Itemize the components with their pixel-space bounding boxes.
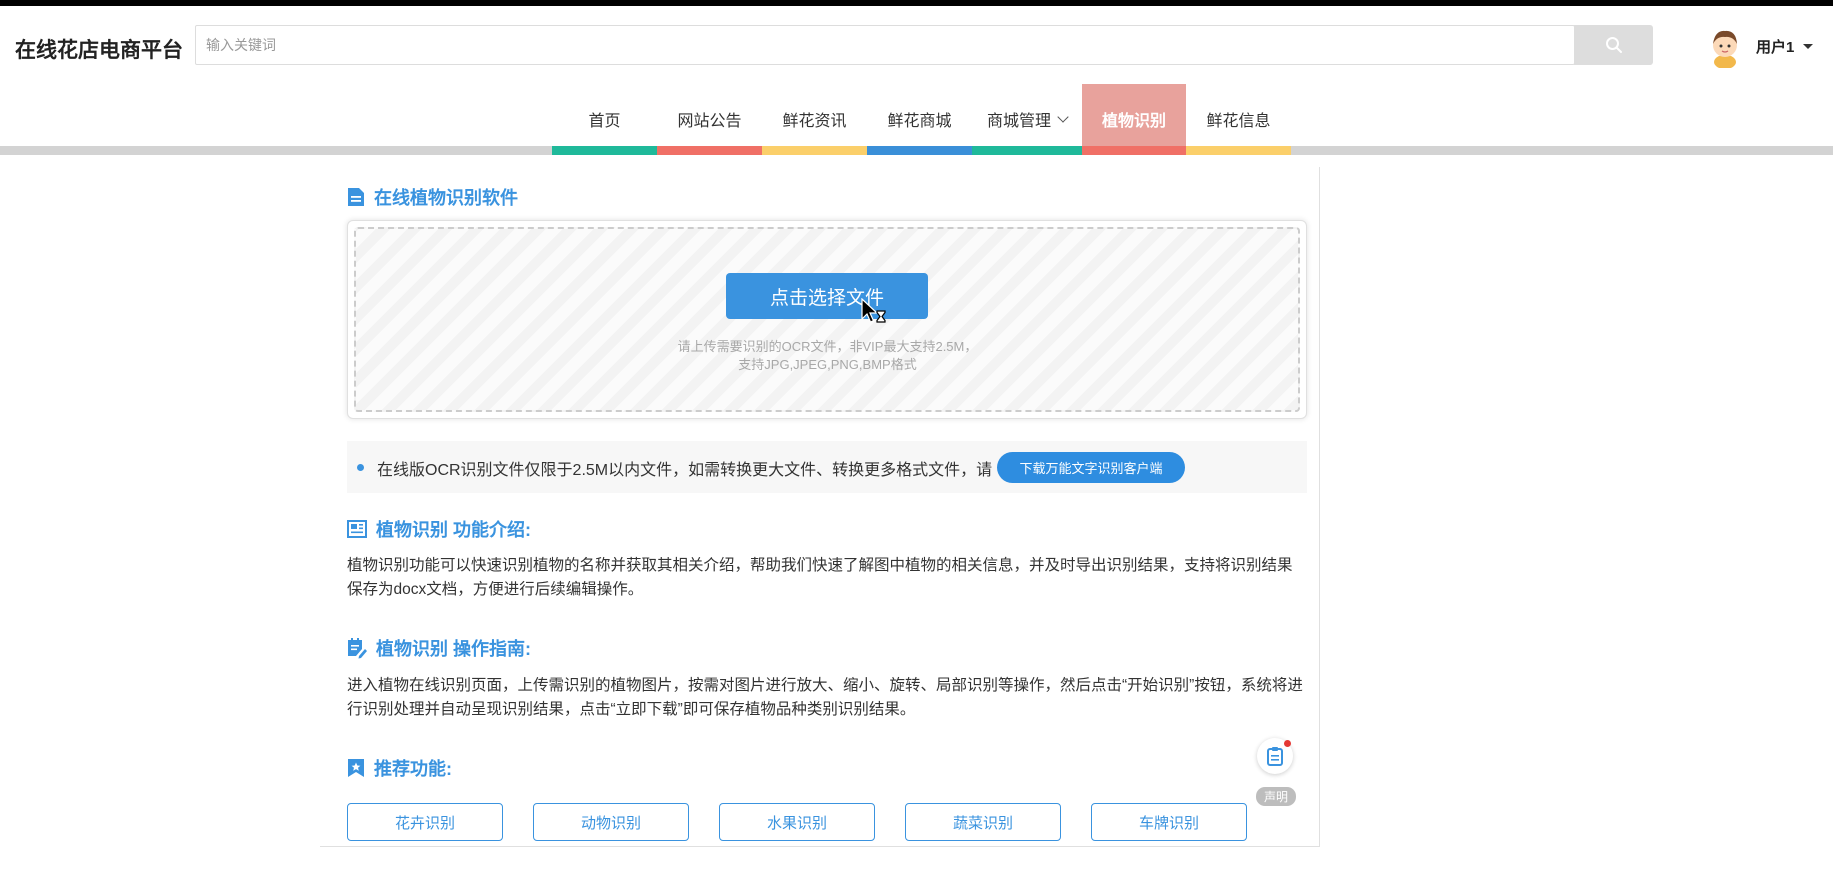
nav-item-announcements[interactable]: 网站公告: [657, 84, 762, 155]
guide-paragraph: 进入植物在线识别页面，上传需识别的植物图片，按需对图片进行放大、缩小、旋转、局部…: [347, 677, 1303, 718]
section-title-recommend: 推荐功能:: [347, 755, 452, 781]
mouse-cursor-busy-icon: [860, 297, 890, 333]
recommend-vegetable-recognition-button[interactable]: 蔬菜识别: [905, 803, 1061, 841]
nav-color-bar: [1186, 146, 1291, 155]
nav-item-label: 植物识别: [1101, 113, 1166, 130]
search-box[interactable]: [195, 25, 1575, 65]
recommend-animal-recognition-button[interactable]: 动物识别: [533, 803, 689, 841]
nav-item-flower-news[interactable]: 鲜花资讯: [762, 84, 867, 155]
nav-item-home[interactable]: 首页: [552, 84, 657, 155]
nav-color-bar: [552, 146, 657, 155]
nav-item-label: 首页: [588, 113, 621, 130]
section-title-intro: 植物识别 功能介绍:: [347, 516, 531, 542]
main-nav: 首页 网站公告 鲜花资讯 鲜花商城 商城管理 植物识别 鲜花信息: [0, 84, 1833, 155]
section-title-upload: 在线植物识别软件: [347, 184, 518, 210]
newspaper-icon: [347, 520, 367, 538]
document-icon: [348, 188, 364, 206]
clipboard-icon: [1267, 747, 1283, 766]
upload-hint-line1: 请上传需要识别的OCR文件，非VIP最大支持2.5M，: [677, 339, 978, 354]
upload-hint-line2: 支持JPG,JPEG,PNG,BMP格式: [738, 357, 917, 372]
nav-item-label: 网站公告: [677, 113, 742, 130]
recommend-fruit-recognition-button[interactable]: 水果识别: [719, 803, 875, 841]
chevron-down-icon: [1057, 110, 1069, 123]
nav-item-plant-recognition[interactable]: 植物识别: [1082, 84, 1186, 155]
bookmark-star-icon: [348, 759, 364, 777]
upload-dropzone[interactable]: [347, 220, 1307, 419]
search-icon: [1605, 37, 1622, 53]
nav-item-flower-info[interactable]: 鲜花信息: [1186, 84, 1291, 155]
notice-text: 在线版OCR识别文件仅限于2.5M以内文件，如需转换更大文件、转换更多格式文件，…: [377, 462, 993, 479]
notification-dot: [1284, 740, 1291, 747]
download-client-button[interactable]: 下载万能文字识别客户端: [997, 452, 1185, 483]
bullet-dot-icon: [357, 464, 364, 471]
recommend-flower-recognition-button[interactable]: 花卉识别: [347, 803, 503, 841]
notice-bar: 在线版OCR识别文件仅限于2.5M以内文件，如需转换更大文件、转换更多格式文件，…: [347, 441, 1307, 493]
nav-item-label: 鲜花资讯: [782, 113, 847, 130]
upload-dropzone-inner[interactable]: [354, 227, 1300, 412]
nav-item-label: 商城管理: [986, 113, 1051, 130]
nav-item-label: 鲜花信息: [1206, 113, 1271, 130]
choose-file-button[interactable]: 点击选择文件: [726, 273, 928, 319]
nav-color-bar: [657, 146, 762, 155]
intro-paragraph: 植物识别功能可以快速识别植物的名称并获取其相关介绍，帮助我们快速了解图中植物的相…: [347, 557, 1293, 598]
search-button[interactable]: [1574, 25, 1653, 65]
nav-color-bar: [1082, 146, 1186, 155]
nav-color-bar: [762, 146, 867, 155]
caret-down-icon[interactable]: [1803, 44, 1813, 49]
avatar[interactable]: [1707, 26, 1743, 70]
search-input[interactable]: [206, 26, 1566, 64]
edit-document-icon: [348, 638, 367, 659]
nav-color-bar: [867, 146, 972, 155]
section-title-guide: 植物识别 操作指南:: [347, 635, 531, 661]
nav-item-mall-management[interactable]: 商城管理: [972, 84, 1082, 155]
nav-item-label: 鲜花商城: [887, 113, 952, 130]
statement-label: 声明: [1256, 787, 1296, 806]
recommend-license-plate-recognition-button[interactable]: 车牌识别: [1091, 803, 1247, 841]
user-name[interactable]: 用户1: [1756, 36, 1794, 57]
nav-color-bar: [972, 146, 1082, 155]
nav-item-flower-mall[interactable]: 鲜花商城: [867, 84, 972, 155]
site-title: 在线花店电商平台: [15, 39, 183, 62]
